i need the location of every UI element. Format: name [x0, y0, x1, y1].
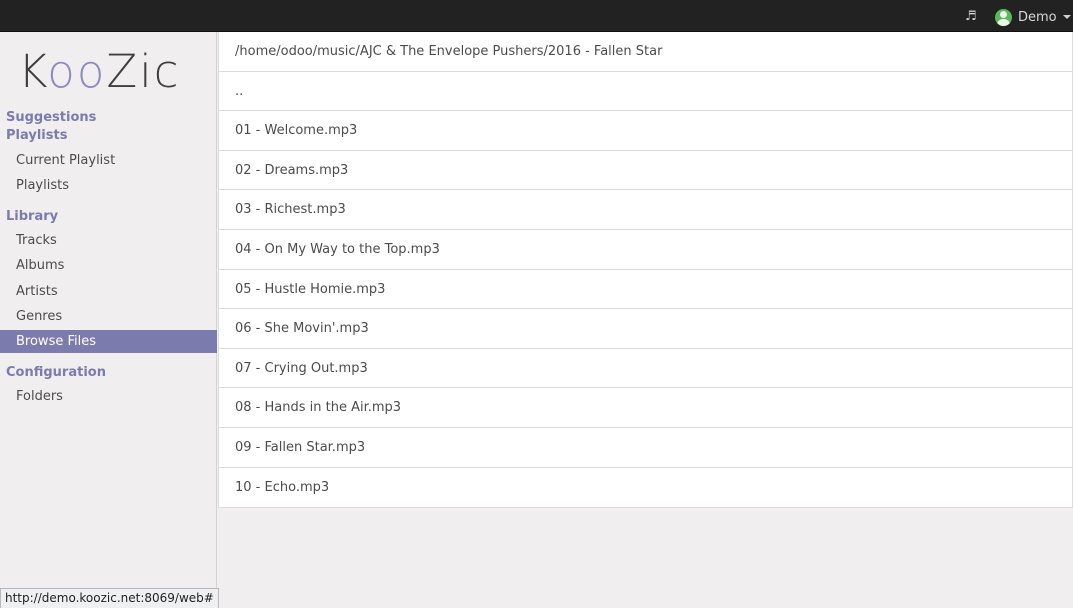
- file-row[interactable]: 05 - Hustle Homie.mp3: [219, 270, 1072, 310]
- top-navbar: ♬ Demo: [0, 0, 1073, 32]
- file-row[interactable]: 07 - Crying Out.mp3: [219, 349, 1072, 389]
- sidebar-item-albums[interactable]: Albums: [0, 254, 217, 277]
- file-row[interactable]: 02 - Dreams.mp3: [219, 151, 1072, 191]
- sidebar-item-current-playlist[interactable]: Current Playlist: [0, 149, 217, 172]
- file-row[interactable]: 01 - Welcome.mp3: [219, 111, 1072, 151]
- file-row[interactable]: 10 - Echo.mp3: [219, 468, 1072, 508]
- user-name: Demo: [1018, 9, 1057, 25]
- section-configuration: Configuration: [6, 365, 106, 380]
- current-path: /home/odoo/music/AJC & The Envelope Push…: [219, 32, 1072, 72]
- sidebar-item-playlists[interactable]: Playlists: [0, 174, 217, 197]
- sidebar-item-browse-files[interactable]: Browse Files: [0, 330, 217, 353]
- sidebar-item-artists[interactable]: Artists: [0, 280, 217, 303]
- file-browser-list: /home/odoo/music/AJC & The Envelope Push…: [218, 32, 1073, 509]
- browser-status-url: http://demo.koozic.net:8069/web#: [0, 588, 219, 608]
- section-library: Library: [6, 209, 59, 224]
- sidebar: KooZic Suggestions Playlists Current Pla…: [0, 32, 217, 607]
- file-row[interactable]: 04 - On My Way to the Top.mp3: [219, 230, 1072, 270]
- sidebar-item-suggestions[interactable]: Suggestions: [6, 110, 96, 125]
- parent-folder-row[interactable]: ..: [219, 72, 1072, 112]
- sidebar-item-tracks[interactable]: Tracks: [0, 229, 217, 252]
- sidebar-item-genres[interactable]: Genres: [0, 305, 217, 328]
- section-playlists: Playlists: [6, 128, 68, 143]
- main-content: /home/odoo/music/AJC & The Envelope Push…: [218, 32, 1073, 607]
- user-menu[interactable]: Demo: [995, 8, 1071, 26]
- chevron-down-icon: [1062, 15, 1071, 19]
- file-row[interactable]: 08 - Hands in the Air.mp3: [219, 388, 1072, 428]
- file-row[interactable]: 06 - She Movin'.mp3: [219, 309, 1072, 349]
- music-note-icon[interactable]: ♬: [965, 9, 981, 25]
- sidebar-item-folders[interactable]: Folders: [0, 385, 217, 408]
- user-avatar-icon: [995, 8, 1012, 26]
- file-row[interactable]: 03 - Richest.mp3: [219, 190, 1072, 230]
- file-row[interactable]: 09 - Fallen Star.mp3: [219, 428, 1072, 468]
- koozic-logo[interactable]: KooZic: [18, 48, 198, 96]
